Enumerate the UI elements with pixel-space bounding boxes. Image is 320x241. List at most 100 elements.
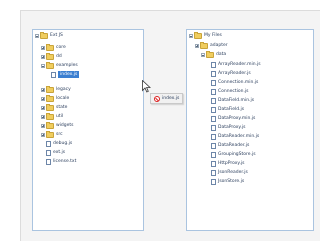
tree-node-label: Connection.js <box>218 89 249 94</box>
tree-node-file[interactable]: DataProxy.min.js <box>211 115 255 122</box>
tree-node-file[interactable]: DataField.min.js <box>211 97 254 104</box>
tree-node-file[interactable]: JsonStore.js <box>211 178 244 185</box>
tree-node-label: locale <box>56 96 70 101</box>
tree-node-label: HttpProxy.js <box>218 161 245 166</box>
tree-node-label: Ext JS <box>50 33 63 38</box>
expand-icon[interactable] <box>41 96 45 101</box>
file-icon <box>211 97 216 104</box>
tree-node-file[interactable]: ArrayReader.min.js <box>211 61 261 68</box>
tree-node-file[interactable]: Connection.js <box>211 88 249 95</box>
expand-icon[interactable] <box>41 114 45 119</box>
file-icon <box>46 158 51 165</box>
folder-icon <box>46 103 54 111</box>
tree-node-debug-js[interactable]: debug.js <box>46 140 72 147</box>
tree-node-label: legacy <box>56 87 71 92</box>
tree-node-ext-js-file[interactable]: ext.js <box>46 149 65 156</box>
file-icon <box>211 169 216 176</box>
tree-node-file[interactable]: JsonReader.js <box>211 169 248 176</box>
file-icon <box>211 70 216 77</box>
tree-node-label: ArrayReader.min.js <box>218 62 261 67</box>
collapse-icon[interactable] <box>41 63 45 68</box>
folder-icon <box>46 85 54 93</box>
expand-icon[interactable] <box>41 87 45 92</box>
file-icon <box>211 61 216 68</box>
tree-node-legacy[interactable]: legacy <box>41 85 71 93</box>
tree-node-dd[interactable]: dd <box>41 52 62 60</box>
tree-node-state[interactable]: state <box>41 103 68 111</box>
folder-icon <box>46 94 54 102</box>
expand-icon[interactable] <box>41 54 45 59</box>
tree-node-label: core <box>56 45 66 50</box>
tree-node-ext-js[interactable]: Ext JS <box>35 31 63 39</box>
file-icon <box>211 106 216 113</box>
folder-icon <box>46 112 54 120</box>
collapse-icon[interactable] <box>201 52 205 57</box>
tree-node-file[interactable]: DataReader.min.js <box>211 133 259 140</box>
tree-node-label: DataField.min.js <box>218 98 255 103</box>
tree-node-label: GroupingStore.js <box>218 152 256 157</box>
file-icon <box>51 71 56 78</box>
tree-node-adapter[interactable]: adapter <box>195 41 228 49</box>
tree-node-label: ArrayReader.js <box>218 71 251 76</box>
folder-open-icon <box>40 31 48 39</box>
tree-node-util[interactable]: util <box>41 112 64 120</box>
tree-node-file[interactable]: GroupingStore.js <box>211 151 256 158</box>
tree-node-license-txt[interactable]: license.txt <box>46 158 76 165</box>
collapse-icon[interactable] <box>35 33 39 38</box>
tree-node-file[interactable]: Connection.min.js <box>211 79 258 86</box>
tree-node-src[interactable]: src <box>41 130 63 138</box>
tree-node-label: ext.js <box>53 150 66 155</box>
folder-icon <box>46 121 54 129</box>
folder-icon <box>46 52 54 60</box>
collapse-icon[interactable] <box>189 33 193 38</box>
no-drop-icon <box>154 95 160 102</box>
expand-icon[interactable] <box>195 43 199 48</box>
expand-icon[interactable] <box>41 123 45 128</box>
tree-node-label: JsonReader.js <box>218 170 248 175</box>
file-icon <box>211 115 216 122</box>
tree-node-core[interactable]: core <box>41 43 66 51</box>
tree-node-file[interactable]: DataProxy.js <box>211 124 245 131</box>
tree-node-label: index.js <box>58 71 80 78</box>
tree-node-label: My Files <box>204 33 222 38</box>
folder-icon <box>46 43 54 51</box>
folder-icon <box>46 130 54 138</box>
right-tree-panel[interactable]: My Files adapter data ArrayReader.min.js… <box>186 29 314 231</box>
file-icon <box>211 178 216 185</box>
tree-node-file[interactable]: DataReader.js <box>211 142 249 149</box>
tree-node-my-files[interactable]: My Files <box>189 31 222 39</box>
tree-node-index-js[interactable]: index.js <box>51 71 80 78</box>
expand-icon[interactable] <box>41 45 45 50</box>
tree-node-label: DataProxy.min.js <box>218 116 256 121</box>
tree-node-label: dd <box>56 54 62 59</box>
tree-node-label: DataReader.js <box>218 143 250 148</box>
tree-node-label: DataReader.min.js <box>218 134 260 139</box>
tree-node-label: JsonStore.js <box>218 179 245 184</box>
tree-node-file[interactable]: DataField.js <box>211 106 244 113</box>
tree-node-label: src <box>56 132 63 137</box>
mouse-pointer-icon <box>142 80 151 93</box>
tree-node-file[interactable]: HttpProxy.js <box>211 160 244 167</box>
file-icon <box>211 160 216 167</box>
tree-node-label: util <box>56 114 64 119</box>
tree-node-examples[interactable]: examples <box>41 61 78 69</box>
tree-node-widgets[interactable]: widgets <box>41 121 74 129</box>
expand-icon[interactable] <box>41 132 45 137</box>
expand-icon[interactable] <box>41 105 45 110</box>
file-icon <box>46 140 51 147</box>
file-icon <box>46 149 51 156</box>
left-tree-panel[interactable]: Ext JS core dd examples index.js legacy … <box>32 29 144 231</box>
folder-icon <box>200 41 208 49</box>
tree-node-label: DataProxy.js <box>218 125 246 130</box>
folder-open-icon <box>46 61 54 69</box>
tree-node-locale[interactable]: locale <box>41 94 70 102</box>
tree-node-label: state <box>56 105 68 110</box>
file-icon <box>211 124 216 131</box>
tree-node-label: DataField.js <box>218 107 245 112</box>
file-icon <box>211 88 216 95</box>
tree-node-file[interactable]: ArrayReader.js <box>211 70 251 77</box>
tree-node-data[interactable]: data <box>201 50 226 58</box>
drag-proxy-label: index.js <box>162 96 180 101</box>
file-icon <box>211 133 216 140</box>
tree-node-label: debug.js <box>53 141 73 146</box>
